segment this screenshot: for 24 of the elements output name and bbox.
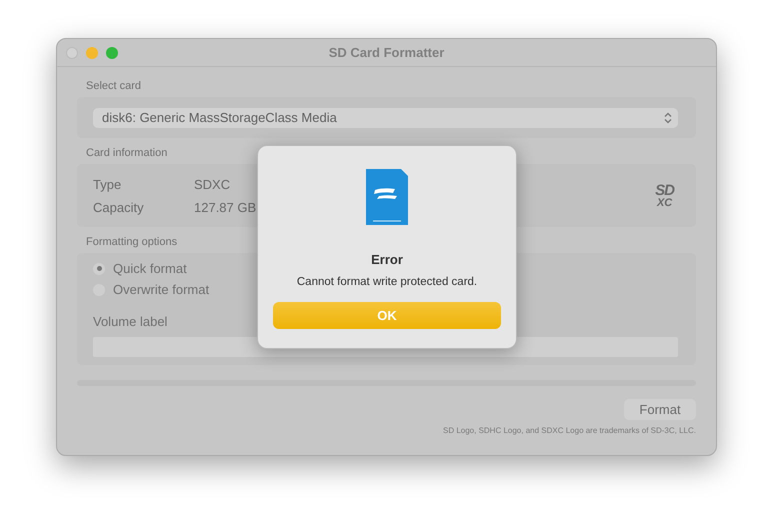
radio-label[interactable]: Overwrite format [113,282,210,297]
dialog-title: Error [371,252,403,267]
section-label: Card information [86,147,168,159]
section-label: Select card [86,80,142,92]
info-value: SDXC [194,176,232,192]
field-label: Volume label [93,314,168,329]
info-value: 127.87 GB [194,200,256,214]
minimize-button[interactable] [86,46,98,58]
trademark-notice: SD Logo, SDHC Logo, and SDXC Logo are trademarks of SD-3C, LLC. [442,426,696,435]
radio-label[interactable]: Quick format [113,261,187,276]
info-label: Type [93,176,122,192]
info-label: Capacity [93,200,145,214]
dialog-message: Cannot format write protected card. [296,276,478,288]
ok-button[interactable]: OK [273,302,501,329]
window-title: SD Card Formatter [328,45,444,60]
close-button[interactable] [66,46,78,58]
section-label: Formatting options [86,236,178,248]
zoom-button[interactable] [106,46,118,58]
sdxc-logo: SD XC [655,182,674,208]
format-button[interactable]: Format [624,399,696,420]
updown-chevron-icon [664,112,672,124]
radio-button[interactable] [93,262,105,274]
card-dropdown[interactable]: disk6: Generic MassStorageClass Media [93,108,678,128]
sd-card-icon [365,168,409,226]
